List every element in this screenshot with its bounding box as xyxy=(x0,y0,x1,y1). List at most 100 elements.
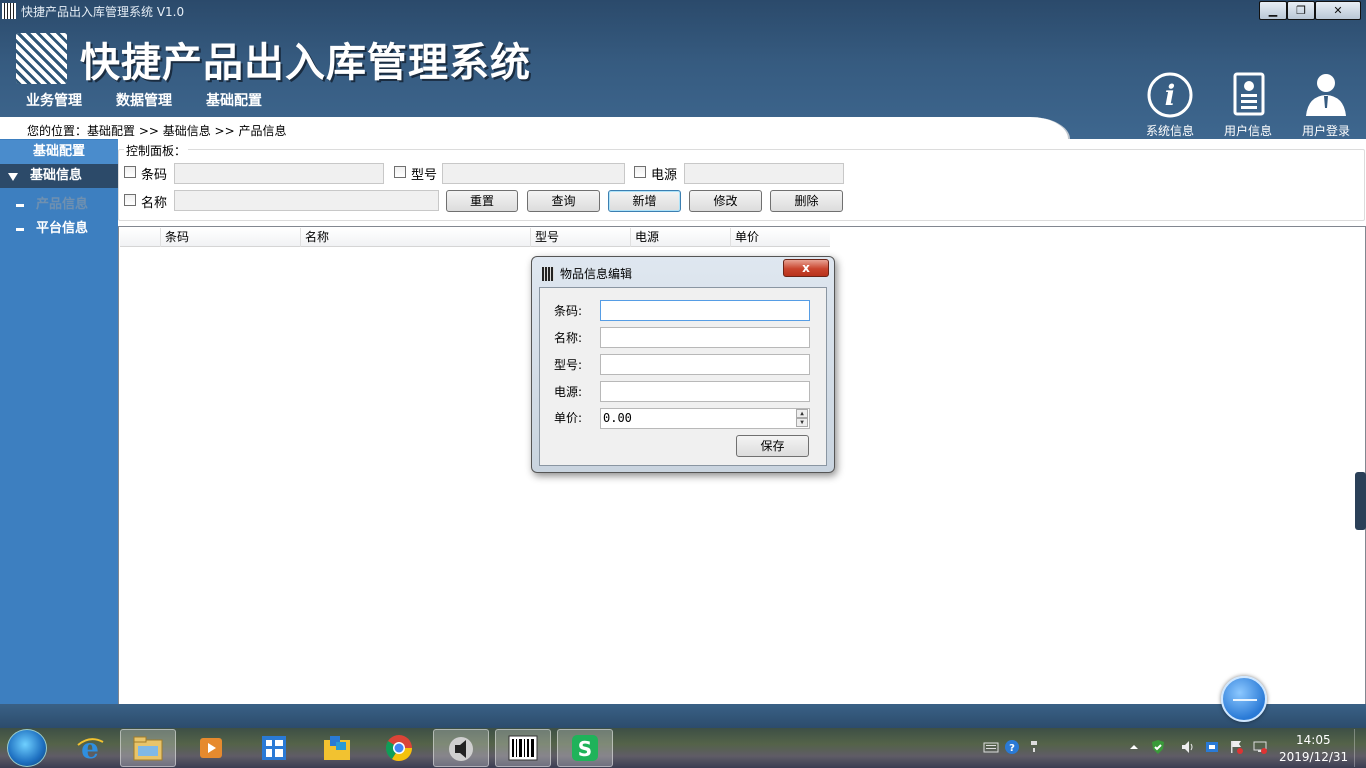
window-title: 快捷产品出入库管理系统 V1.0 xyxy=(21,5,185,19)
clock-time[interactable]: 14:05 xyxy=(1296,733,1331,747)
chrome-icon xyxy=(385,735,413,762)
spreadsheet-icon: S xyxy=(572,735,598,761)
maximize-button[interactable]: ❐ xyxy=(1287,1,1315,20)
wps-sheet-taskbar-button[interactable]: S xyxy=(557,729,613,767)
system-info-button[interactable]: i 系统信息 xyxy=(1135,72,1205,139)
column-header-price[interactable]: 单价 xyxy=(731,228,830,247)
model-filter-label: 型号 xyxy=(411,168,438,183)
network-status-icon[interactable] xyxy=(1252,739,1268,755)
save-button[interactable]: 保存 xyxy=(736,435,809,457)
keyboard-icon[interactable] xyxy=(983,739,999,755)
ie-taskbar-button[interactable]: e xyxy=(62,729,118,767)
sidebar-item-product-info[interactable]: 产品信息 xyxy=(0,194,118,216)
power-field-label: 电源: xyxy=(554,385,583,399)
breadcrumb-bar: 您的位置：基础配置 >> 基础信息 >> 产品信息 xyxy=(0,117,1070,139)
close-button[interactable]: ✕ xyxy=(1315,1,1361,20)
speaker-app-icon xyxy=(449,737,473,761)
chrome-taskbar-button[interactable] xyxy=(371,729,427,767)
barcode-filter-label: 条码 xyxy=(141,168,168,183)
power-filter-label: 电源 xyxy=(651,168,678,183)
info-icon: i xyxy=(1144,72,1196,118)
action-center-flag-icon[interactable] xyxy=(1228,739,1244,755)
show-desktop-button[interactable] xyxy=(1354,729,1366,767)
media-player-taskbar-button[interactable] xyxy=(183,729,239,767)
column-header-power[interactable]: 电源 xyxy=(631,228,731,247)
price-value: 0.00 xyxy=(603,411,632,425)
user-card-icon xyxy=(1222,72,1274,118)
volume-icon[interactable] xyxy=(1180,739,1196,755)
barcode-checkbox[interactable] xyxy=(124,166,136,178)
app-title: 快捷产品出入库管理系统 xyxy=(80,40,531,86)
file-manager-taskbar-button[interactable] xyxy=(309,729,365,767)
model-field-label: 型号: xyxy=(554,358,583,372)
user-info-button[interactable]: 用户信息 xyxy=(1213,72,1283,139)
taskbar: e S ? 14:05 2019/12/31 xyxy=(0,728,1366,768)
folder-icon xyxy=(133,736,163,761)
dash-icon xyxy=(16,228,24,231)
user-login-label: 用户登录 xyxy=(1301,124,1350,138)
name-field[interactable] xyxy=(600,327,810,348)
speaker-app-taskbar-button[interactable] xyxy=(433,729,489,767)
dialog-close-button[interactable]: x xyxy=(783,259,829,277)
reset-button[interactable]: 重置 xyxy=(446,190,518,212)
app-grid-icon xyxy=(262,736,286,760)
show-hidden-icons-icon[interactable] xyxy=(1126,739,1142,755)
sidebar-item-platform-info[interactable]: 平台信息 xyxy=(0,218,118,240)
column-header-model[interactable]: 型号 xyxy=(531,228,631,247)
explorer-taskbar-button[interactable] xyxy=(120,729,176,767)
side-grip-handle[interactable] xyxy=(1355,472,1366,530)
column-header-select[interactable] xyxy=(120,228,161,247)
barcode-app-taskbar-button[interactable] xyxy=(495,729,551,767)
ie-icon: e xyxy=(77,733,104,763)
delete-button[interactable]: 删除 xyxy=(770,190,843,212)
floating-assistant-ball[interactable] xyxy=(1221,676,1267,722)
user-login-icon xyxy=(1300,72,1352,118)
network-adapter-icon[interactable] xyxy=(1204,739,1220,755)
app-logo xyxy=(16,33,67,84)
barcode-field[interactable] xyxy=(600,300,810,321)
name-checkbox[interactable] xyxy=(124,194,136,206)
app-grid-taskbar-button[interactable] xyxy=(246,729,302,767)
menu-data[interactable]: 数据管理 xyxy=(116,90,172,110)
add-button[interactable]: 新增 xyxy=(608,190,681,212)
svg-text:e: e xyxy=(81,733,99,763)
ime-options-icon[interactable] xyxy=(1026,739,1042,755)
name-filter-input[interactable] xyxy=(174,190,439,211)
help-icon[interactable]: ? xyxy=(1004,739,1020,755)
system-info-label: 系统信息 xyxy=(1145,124,1194,138)
power-filter-input[interactable] xyxy=(684,163,844,184)
sidebar: 基础配置 基础信息 产品信息 平台信息 xyxy=(0,139,118,704)
sidebar-group-base-config[interactable]: 基础配置 xyxy=(0,140,118,164)
model-checkbox[interactable] xyxy=(394,166,406,178)
spin-down-icon[interactable]: ▼ xyxy=(796,418,808,427)
power-checkbox[interactable] xyxy=(634,166,646,178)
query-button[interactable]: 查询 xyxy=(527,190,600,212)
user-login-button[interactable]: 用户登录 xyxy=(1291,72,1361,139)
name-field-label: 名称: xyxy=(554,331,583,345)
dash-icon xyxy=(16,204,24,207)
price-stepper[interactable]: 0.00 ▲ ▼ xyxy=(600,408,810,429)
model-field[interactable] xyxy=(600,354,810,375)
name-filter-label: 名称 xyxy=(141,196,168,211)
triangle-down-icon xyxy=(8,173,18,181)
edit-button[interactable]: 修改 xyxy=(689,190,762,212)
power-field[interactable] xyxy=(600,381,810,402)
security-shield-icon[interactable] xyxy=(1150,739,1166,755)
barcode-field-label: 条码: xyxy=(554,304,583,318)
minimize-button[interactable]: ▁ xyxy=(1259,1,1287,20)
barcode-filter-input[interactable] xyxy=(174,163,384,184)
model-filter-input[interactable] xyxy=(442,163,625,184)
column-header-barcode[interactable]: 条码 xyxy=(161,228,301,247)
menu-business[interactable]: 业务管理 xyxy=(26,90,82,110)
menu-base-config[interactable]: 基础配置 xyxy=(206,90,262,110)
breadcrumb: 您的位置：基础配置 >> 基础信息 >> 产品信息 xyxy=(27,124,287,138)
svg-text:?: ? xyxy=(1009,743,1015,754)
app-header: 快捷产品出入库管理系统 V1.0 ▁ ❐ ✕ 快捷产品出入库管理系统 业务管理 … xyxy=(0,0,1366,139)
window-title-bar: 快捷产品出入库管理系统 V1.0 ▁ ❐ ✕ xyxy=(0,0,1366,22)
spin-up-icon[interactable]: ▲ xyxy=(796,409,808,418)
clock-date[interactable]: 2019/12/31 xyxy=(1279,750,1348,764)
column-header-name[interactable]: 名称 xyxy=(301,228,531,247)
start-button[interactable] xyxy=(7,729,47,767)
barcode-dialog-icon xyxy=(542,267,554,281)
sidebar-group-base-info[interactable]: 基础信息 xyxy=(0,164,118,188)
